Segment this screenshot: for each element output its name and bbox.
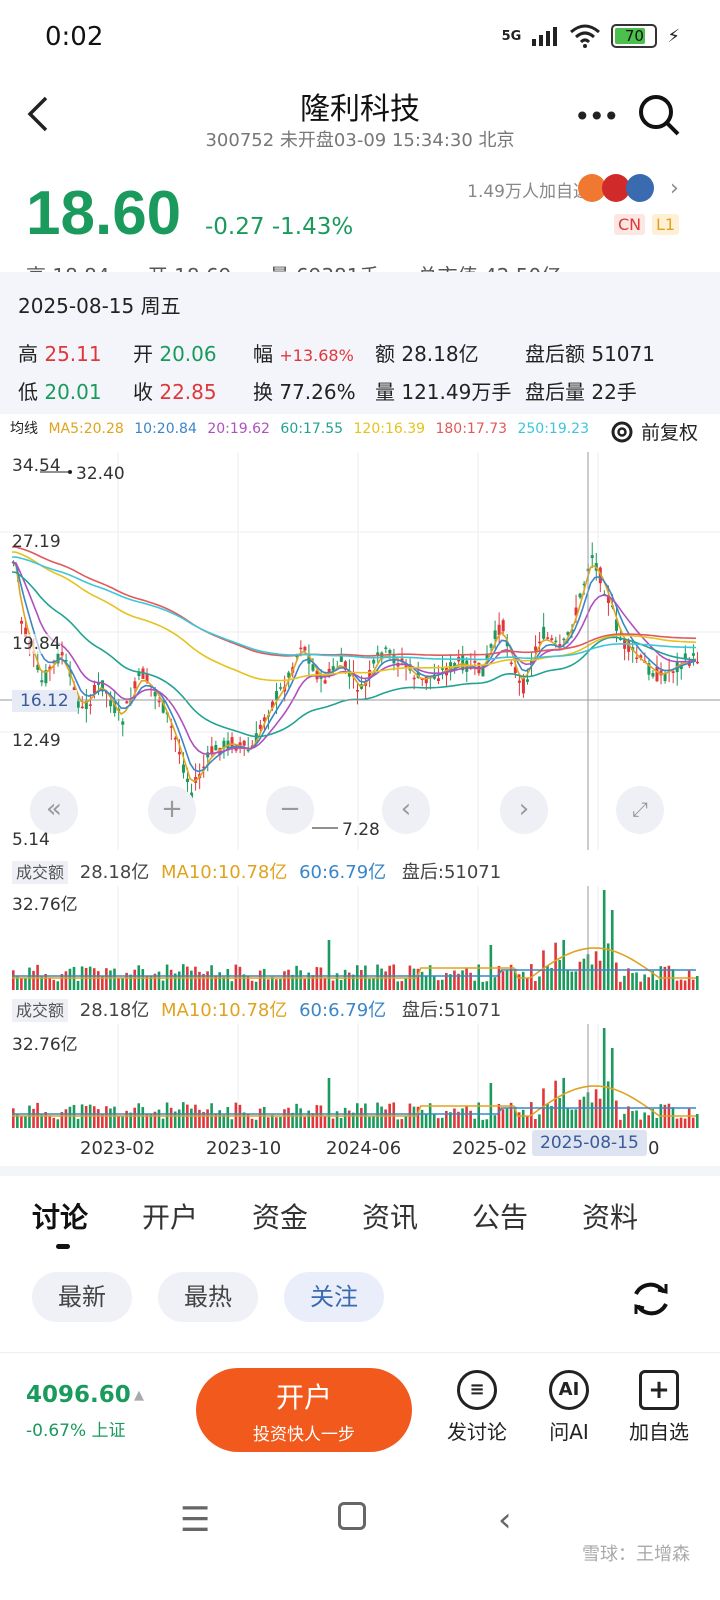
zoom-out-button[interactable]: − <box>266 786 314 834</box>
y-tick-3: 19.84 <box>12 634 61 654</box>
post-discussion-button[interactable]: ≡ 发讨论 <box>432 1370 522 1445</box>
plus-square-icon: + <box>639 1370 679 1410</box>
chevron-right-icon[interactable]: › <box>670 176 679 201</box>
detail-date: 2025-08-15 周五 <box>18 294 181 318</box>
ma10: 10:20.84 <box>134 421 197 437</box>
ma250: 250:19.23 <box>517 421 589 437</box>
filter-latest[interactable]: 最新 <box>32 1272 132 1322</box>
tab-funds[interactable]: 资金 <box>252 1196 308 1236</box>
y-tick-2: 27.19 <box>12 532 61 552</box>
section-divider <box>0 1166 720 1176</box>
tab-announcements[interactable]: 公告 <box>472 1196 528 1236</box>
fullscreen-icon[interactable]: ⤢ <box>616 786 664 834</box>
follower-count[interactable]: 1.49万人加自选 <box>467 177 590 202</box>
network-icon: 5G <box>501 28 522 44</box>
active-tab-indicator <box>56 1244 70 1249</box>
l1-badge: L1 <box>652 214 680 235</box>
y-tick-bottom: 5.14 <box>12 830 50 850</box>
scroll-left-button[interactable]: ‹ <box>382 786 430 834</box>
x-label-2: 2023-10 <box>206 1138 282 1159</box>
ma-label: 均线 <box>10 421 38 437</box>
status-bar: 0:02 5G 70 ⚡ <box>0 0 720 78</box>
index-change[interactable]: -0.67% 上证 <box>26 1416 126 1441</box>
volume-chart-1[interactable] <box>0 886 720 990</box>
volume-legend-2: 成交额 28.18亿 MA10:10.78亿 60:6.79亿 盘后:51071 <box>0 996 720 1026</box>
charging-icon: ⚡ <box>667 25 680 47</box>
ma5: MA5:20.28 <box>48 421 124 437</box>
more-icon[interactable]: ••• <box>574 100 620 133</box>
low-marker: 7.28 <box>342 820 380 840</box>
ask-ai-button[interactable]: AI 问AI <box>524 1370 614 1445</box>
scroll-right-button[interactable]: › <box>500 786 548 834</box>
open-account-sub: 投资快人一步 <box>253 1425 355 1445</box>
x-label-5: 0 <box>648 1138 660 1159</box>
ai-icon: AI <box>549 1370 589 1410</box>
x-label-3: 2024-06 <box>326 1138 402 1159</box>
y-tick-top: 34.54 <box>12 456 61 476</box>
settings-icon <box>611 421 633 442</box>
content-tabs: 讨论 开户 资金 资讯 公告 资料 <box>0 1190 720 1250</box>
crosshair-price-tag: 16.12 <box>12 690 77 712</box>
open-account-label: 开户 <box>275 1381 332 1414</box>
add-watchlist-button[interactable]: + 加自选 <box>614 1370 704 1445</box>
battery-icon: 70 <box>611 24 658 48</box>
adjust-label: 前复权 <box>640 422 698 444</box>
wifi-icon <box>570 24 601 48</box>
triangle-up-icon: ▲ <box>134 1388 144 1403</box>
search-icon[interactable] <box>636 92 682 142</box>
price-change: -0.27 -1.43% <box>205 214 354 240</box>
tab-account[interactable]: 开户 <box>142 1196 198 1236</box>
add-watchlist-label: 加自选 <box>629 1420 689 1444</box>
follower-avatars[interactable] <box>576 172 666 204</box>
signal-icon <box>532 27 558 46</box>
crosshair-date-tag: 2025-08-15 <box>532 1130 647 1156</box>
open-account-button[interactable]: 开户 投资快人一步 <box>196 1368 412 1452</box>
tab-news[interactable]: 资讯 <box>362 1196 418 1236</box>
chat-icon: ≡ <box>457 1370 497 1410</box>
volume-chart-2[interactable] <box>0 1024 720 1128</box>
x-label-4: 2025-02 <box>452 1138 528 1159</box>
volume-legend-1: 成交额 28.18亿 MA10:10.78亿 60:6.79亿 盘后:51071 <box>0 858 720 888</box>
home-nav-icon[interactable] <box>338 1502 366 1530</box>
adjust-toggle[interactable]: 前复权 <box>609 418 698 445</box>
y-tick-4: 12.49 <box>12 731 61 751</box>
x-label-1: 2023-02 <box>80 1138 156 1159</box>
ma180: 180:17.73 <box>435 421 508 437</box>
zoom-in-button[interactable]: + <box>148 786 196 834</box>
refresh-icon[interactable] <box>628 1276 674 1326</box>
clock: 0:02 <box>45 22 104 52</box>
filter-hot[interactable]: 最热 <box>158 1272 258 1322</box>
ma20: 20:19.62 <box>207 421 270 437</box>
status-icons: 5G 70 ⚡ <box>502 24 680 48</box>
scroll-left-far-button[interactable]: « <box>30 786 78 834</box>
ask-ai-label: 问AI <box>549 1420 589 1444</box>
tab-discussion[interactable]: 讨论 <box>32 1196 88 1236</box>
ma60: 60:17.55 <box>280 421 344 437</box>
index-value[interactable]: 4096.60 <box>26 1382 131 1408</box>
menu-nav-icon[interactable]: ☰ <box>180 1500 210 1540</box>
current-price: 18.60 <box>26 179 182 248</box>
filter-following[interactable]: 关注 <box>284 1272 384 1322</box>
post-discussion-label: 发讨论 <box>447 1420 507 1444</box>
tab-profile[interactable]: 资料 <box>582 1196 638 1236</box>
ma120: 120:16.39 <box>353 421 426 437</box>
high-marker: 32.40 <box>76 464 125 484</box>
kline-chart[interactable] <box>0 452 720 850</box>
cn-badge: CN <box>614 214 646 235</box>
back-nav-icon[interactable]: ‹ <box>498 1500 512 1540</box>
watermark: 雪球：王增森 <box>582 1544 690 1565</box>
